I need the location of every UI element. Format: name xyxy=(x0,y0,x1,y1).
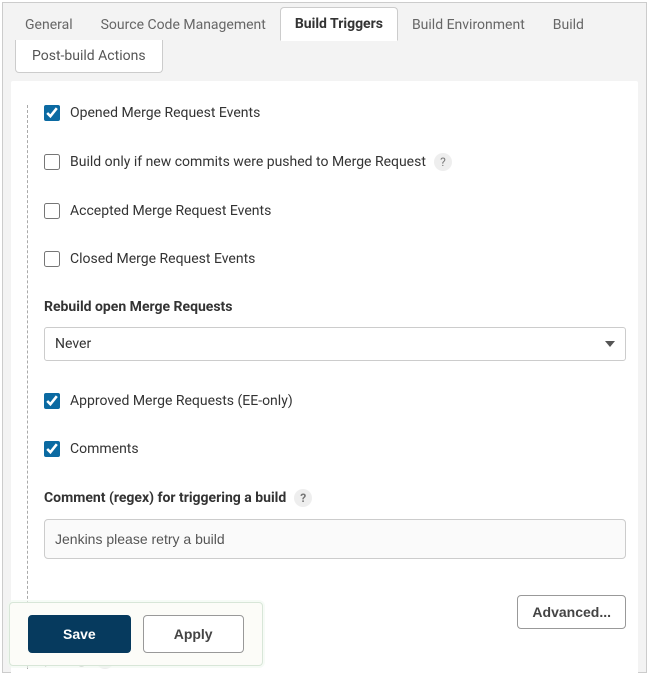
apply-button[interactable]: Apply xyxy=(143,615,244,653)
row-opened-mr: Opened Merge Request Events xyxy=(44,105,626,121)
tab-general[interactable]: General xyxy=(11,9,87,41)
chevron-down-icon xyxy=(605,341,615,347)
row-comments: Comments xyxy=(44,441,626,457)
row-accepted-mr: Accepted Merge Request Events xyxy=(44,203,626,219)
row-build-only: Build only if new commits were pushed to… xyxy=(44,153,626,171)
content-area: Opened Merge Request Events Build only i… xyxy=(11,81,638,681)
tab-build-triggers[interactable]: Build Triggers xyxy=(280,7,398,41)
sub-tabs: Post-build Actions xyxy=(3,40,646,73)
comment-regex-label: Comment (regex) for triggering a build ? xyxy=(44,489,626,507)
tab-build-environment[interactable]: Build Environment xyxy=(398,9,539,41)
rebuild-select[interactable]: Never xyxy=(44,327,626,361)
row-closed-mr: Closed Merge Request Events xyxy=(44,251,626,267)
comment-regex-input[interactable] xyxy=(44,519,626,559)
checkbox-accepted-mr[interactable] xyxy=(44,203,60,219)
label-closed-mr: Closed Merge Request Events xyxy=(70,251,255,267)
checkbox-approved-mr[interactable] xyxy=(44,393,60,409)
checkbox-opened-mr[interactable] xyxy=(44,105,60,121)
save-button[interactable]: Save xyxy=(28,615,131,653)
label-opened-mr: Opened Merge Request Events xyxy=(70,105,260,121)
comment-regex-text: Comment (regex) for triggering a build xyxy=(44,490,286,506)
checkbox-build-only[interactable] xyxy=(44,154,60,170)
checkbox-closed-mr[interactable] xyxy=(44,251,60,267)
tab-post-build-actions[interactable]: Post-build Actions xyxy=(15,40,163,73)
label-approved-mr: Approved Merge Requests (EE-only) xyxy=(70,393,293,409)
tab-build[interactable]: Build xyxy=(539,9,598,41)
trigger-section: Opened Merge Request Events Build only i… xyxy=(27,105,626,669)
label-comments: Comments xyxy=(70,441,139,457)
help-icon[interactable]: ? xyxy=(434,153,452,171)
checkbox-comments[interactable] xyxy=(44,441,60,457)
tab-source-code-management[interactable]: Source Code Management xyxy=(87,9,280,41)
footer-actions: Save Apply xyxy=(9,602,263,666)
rebuild-label: Rebuild open Merge Requests xyxy=(44,299,626,315)
main-tabs: General Source Code Management Build Tri… xyxy=(3,3,646,41)
advanced-button[interactable]: Advanced... xyxy=(517,595,626,629)
row-approved-mr: Approved Merge Requests (EE-only) xyxy=(44,393,626,409)
label-accepted-mr: Accepted Merge Request Events xyxy=(70,203,271,219)
label-build-only: Build only if new commits were pushed to… xyxy=(70,154,426,170)
config-panel: General Source Code Management Build Tri… xyxy=(2,2,647,673)
help-icon[interactable]: ? xyxy=(294,489,312,507)
rebuild-value: Never xyxy=(55,336,91,352)
